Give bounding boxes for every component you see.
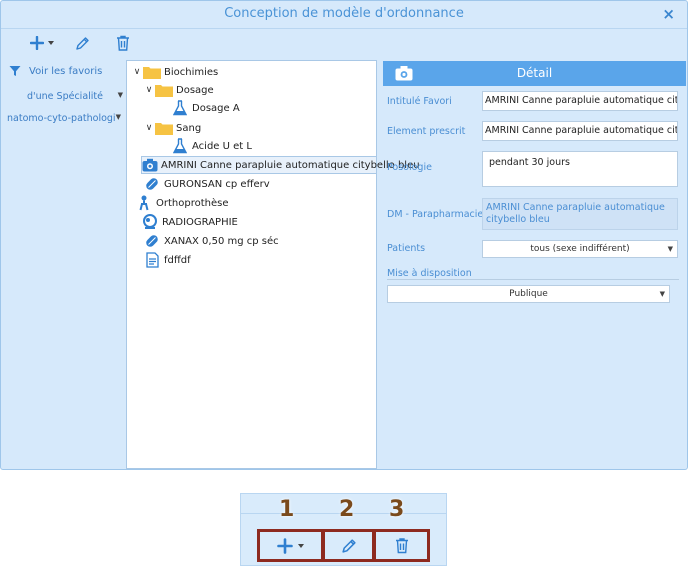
caret-down-icon: ▼ bbox=[117, 91, 123, 99]
camera-icon bbox=[395, 65, 413, 90]
plus-icon bbox=[30, 36, 44, 50]
favorites-filter-label: Voir les favoris bbox=[29, 65, 103, 77]
intitule-label: Intitulé Favori bbox=[387, 96, 452, 107]
prosthesis-icon bbox=[135, 195, 153, 211]
add-button[interactable] bbox=[27, 34, 57, 52]
callout-number-2: 2 bbox=[339, 497, 355, 522]
anatomy-dropdown[interactable]: natomo-cyto-pathologi ▼ bbox=[7, 113, 121, 124]
favorites-filter-link[interactable]: Voir les favoris bbox=[9, 65, 102, 77]
detail-panel: Détail Intitulé Favori AMRINI Canne para… bbox=[383, 61, 686, 469]
pill-icon bbox=[143, 176, 161, 192]
intitule-field[interactable]: AMRINI Canne parapluie automatique cityb… bbox=[482, 91, 678, 111]
posologie-field[interactable]: pendant 30 jours bbox=[482, 151, 678, 187]
dialog-title: Conception de modèle d'ordonnance bbox=[224, 6, 464, 21]
tree-node-radiographie[interactable]: RADIOGRAPHIE bbox=[141, 213, 238, 231]
radiography-icon bbox=[141, 214, 159, 230]
caret-down-icon: ▼ bbox=[659, 290, 665, 298]
tree-node-xanax[interactable]: XANAX 0,50 mg cp séc bbox=[143, 232, 279, 250]
callout-number-3: 3 bbox=[389, 497, 405, 522]
pencil-icon bbox=[341, 538, 356, 553]
element-label: Element prescrit bbox=[387, 126, 466, 137]
chevron-down-icon[interactable]: ∨ bbox=[143, 123, 155, 133]
tree-node-label: AMRINI Canne parapluie automatique cityb… bbox=[161, 159, 420, 171]
element-field[interactable]: AMRINI Canne parapluie automatique cityb… bbox=[482, 121, 678, 141]
chevron-down-icon[interactable]: ∨ bbox=[131, 67, 143, 77]
mise-label: Mise à disposition bbox=[387, 268, 472, 279]
funnel-icon bbox=[9, 66, 21, 76]
tree-node-fdffdf[interactable]: fdffdf bbox=[143, 251, 191, 269]
tree-node-dosage-a[interactable]: Dosage A bbox=[171, 99, 240, 117]
callout-add-button[interactable] bbox=[257, 529, 324, 562]
tree-node-label: Sang bbox=[176, 122, 202, 134]
caret-down-icon[interactable] bbox=[48, 41, 54, 45]
tree-node-label: Acide U et L bbox=[192, 140, 252, 152]
pencil-icon bbox=[75, 36, 89, 50]
trash-icon bbox=[117, 35, 129, 51]
tree-node-label: RADIOGRAPHIE bbox=[162, 216, 238, 228]
tree-node-label: Biochimies bbox=[164, 66, 219, 78]
tree-node-label: GURONSAN cp efferv bbox=[164, 178, 270, 190]
tree-node-dosage[interactable]: ∨ Dosage bbox=[143, 81, 214, 99]
folder-icon bbox=[155, 82, 173, 98]
callout-number-1: 1 bbox=[279, 497, 295, 522]
flask-icon bbox=[171, 100, 189, 116]
tree-node-label: Dosage bbox=[176, 84, 214, 96]
patients-select-value: tous (sexe indifférent) bbox=[530, 244, 630, 254]
edit-button[interactable] bbox=[73, 34, 91, 52]
folder-icon bbox=[155, 120, 173, 136]
tree-node-label: Dosage A bbox=[192, 102, 240, 114]
favorites-tree[interactable]: ∨ Biochimies ∨ Dosage Dosage A ∨ Sang Ac… bbox=[126, 60, 420, 469]
specialty-dropdown[interactable]: d'une Spécialité ▼ bbox=[21, 91, 123, 102]
tree-node-amrini[interactable]: AMRINI Canne parapluie automatique cityb… bbox=[141, 156, 420, 174]
trash-icon bbox=[395, 538, 408, 554]
tree-node-label: fdffdf bbox=[164, 254, 191, 266]
dm-value: AMRINI Canne parapluie automatique cityb… bbox=[482, 198, 678, 230]
specialty-dropdown-label: d'une Spécialité bbox=[27, 91, 103, 102]
document-icon bbox=[143, 252, 161, 268]
callout-edit-button[interactable] bbox=[322, 529, 375, 562]
camera-icon bbox=[142, 157, 158, 173]
detail-header-title: Détail bbox=[516, 66, 553, 80]
pill-icon bbox=[143, 233, 161, 249]
tree-node-label: Orthoprothèse bbox=[156, 197, 229, 209]
chevron-down-icon[interactable]: ∨ bbox=[143, 85, 155, 95]
title-divider bbox=[1, 28, 687, 29]
patients-select[interactable]: tous (sexe indifférent) ▼ bbox=[482, 240, 678, 258]
folder-icon bbox=[143, 64, 161, 80]
caret-down-icon: ▼ bbox=[115, 113, 121, 121]
posologie-label: Posologie bbox=[387, 162, 432, 173]
mise-select-value: Publique bbox=[509, 289, 548, 299]
tree-node-guronsan[interactable]: GURONSAN cp efferv bbox=[143, 175, 270, 193]
delete-button[interactable] bbox=[114, 34, 132, 52]
flask-icon bbox=[171, 138, 189, 154]
prescription-template-dialog: Conception de modèle d'ordonnance × Voir… bbox=[0, 0, 688, 470]
tree-node-acide[interactable]: Acide U et L bbox=[171, 137, 252, 155]
tree-node-orthoprothese[interactable]: Orthoprothèse bbox=[135, 194, 229, 212]
plus-icon bbox=[277, 537, 293, 554]
tree-node-biochimies[interactable]: ∨ Biochimies bbox=[131, 63, 218, 81]
tree-node-sang[interactable]: ∨ Sang bbox=[143, 119, 201, 137]
tree-node-label: XANAX 0,50 mg cp séc bbox=[164, 235, 279, 247]
patients-label: Patients bbox=[387, 243, 426, 254]
detail-header: Détail bbox=[383, 61, 686, 86]
callout-delete-button[interactable] bbox=[373, 529, 430, 562]
anatomy-dropdown-label: natomo-cyto-pathologi bbox=[7, 113, 116, 124]
caret-down-icon: ▼ bbox=[667, 245, 673, 253]
caret-down-icon bbox=[298, 543, 304, 548]
toolbar-zoom-callout: 1 2 3 bbox=[240, 493, 447, 566]
dm-label: DM - Parapharmacie bbox=[387, 209, 484, 220]
mise-select[interactable]: Publique ▼ bbox=[387, 285, 670, 303]
close-icon[interactable]: × bbox=[662, 6, 675, 22]
mise-divider bbox=[387, 279, 679, 280]
